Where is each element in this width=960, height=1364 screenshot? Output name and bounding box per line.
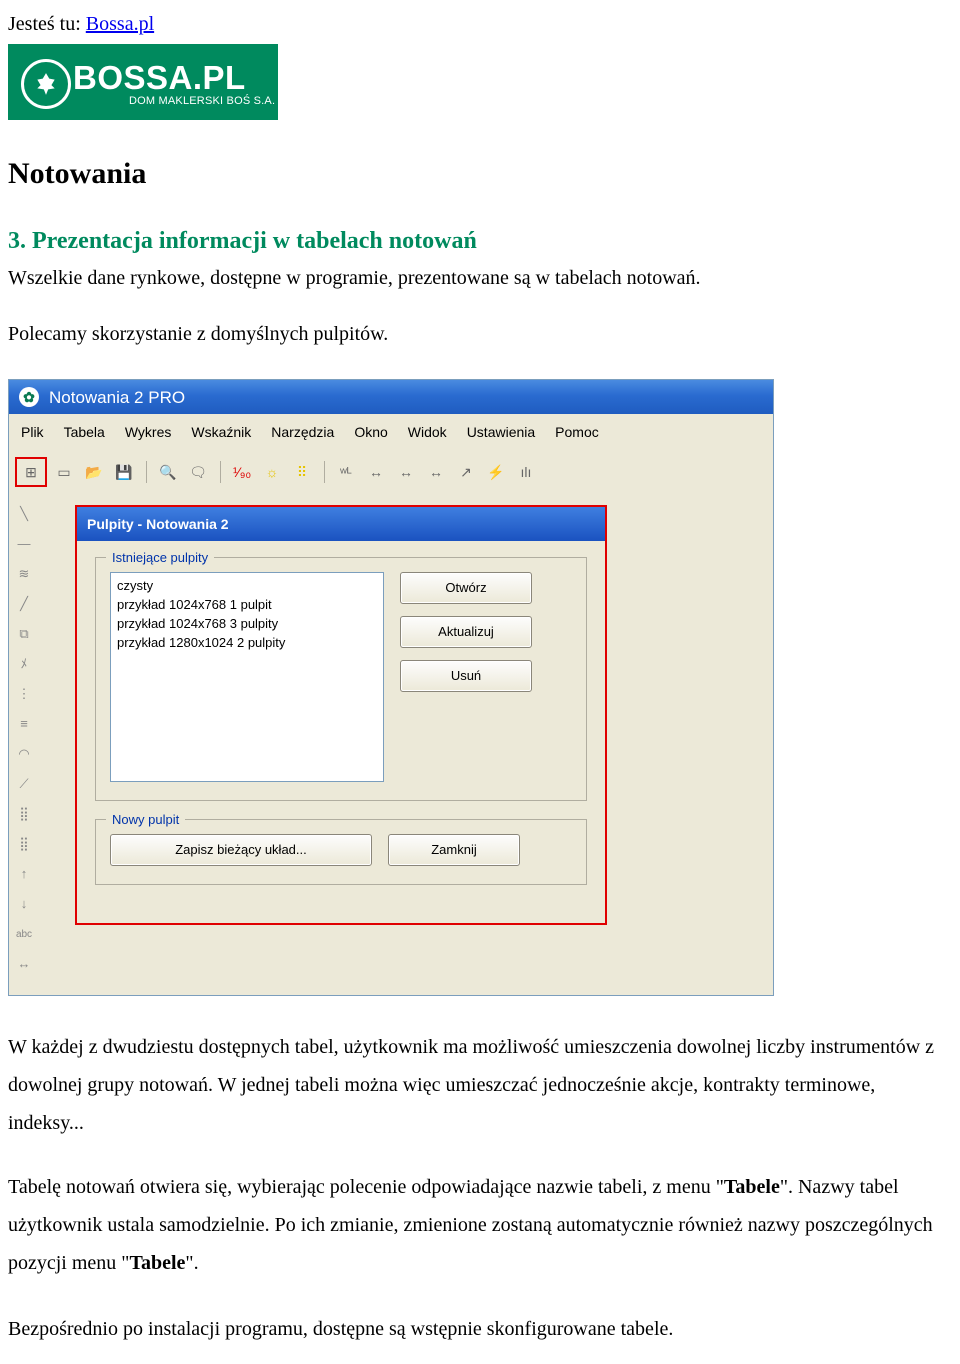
app-window: ✿ Notowania 2 PRO Plik Tabela Wykres Wsk…: [8, 379, 774, 995]
menu-plik[interactable]: Plik: [21, 421, 44, 443]
open-icon[interactable]: 📂: [81, 460, 107, 484]
rect-tool-icon[interactable]: ⧉: [13, 625, 35, 645]
body-paragraph-2: Tabelę notowań otwiera się, wybierając p…: [8, 1168, 952, 1282]
recommend-paragraph: Polecamy skorzystanie z domyślnych pulpi…: [8, 315, 952, 353]
group-existing-legend: Istniejące pulpity: [106, 548, 214, 569]
app-icon: ✿: [19, 387, 39, 407]
list-item[interactable]: czysty: [117, 577, 377, 596]
new-icon[interactable]: ▭: [51, 460, 77, 484]
slash-tool-icon[interactable]: ╱: [13, 595, 35, 615]
line-tool-icon[interactable]: ╲: [13, 505, 35, 525]
menu-ustawienia[interactable]: Ustawienia: [467, 421, 535, 443]
breadcrumb-link[interactable]: Bossa.pl: [86, 13, 154, 35]
dialog-title: Pulpity - Notowania 2: [77, 507, 605, 541]
move-tool-icon[interactable]: ↔: [13, 955, 35, 975]
wl-icon[interactable]: ʷᴸ: [333, 460, 359, 484]
group-new-legend: Nowy pulpit: [106, 810, 185, 831]
menu-pomoc[interactable]: Pomoc: [555, 421, 599, 443]
trend-icon[interactable]: ↗: [453, 460, 479, 484]
arrows1-icon[interactable]: ↔: [363, 460, 389, 484]
list-item[interactable]: przykład 1024x768 1 pulpit: [117, 596, 377, 615]
save-layout-button[interactable]: Zapisz bieżący układ...: [110, 834, 372, 866]
hline-tool-icon[interactable]: —: [13, 535, 35, 555]
bars-icon[interactable]: ılı: [513, 460, 539, 484]
arc-tool-icon[interactable]: ◠: [13, 745, 35, 765]
app-title: Notowania 2 PRO: [49, 384, 185, 411]
up-arrow-icon[interactable]: ↑: [13, 865, 35, 885]
delete-button[interactable]: Usuń: [400, 660, 532, 692]
separator-icon: [141, 460, 151, 484]
group-existing: Istniejące pulpity czysty przykład 1024x…: [95, 557, 587, 801]
body-paragraph-1: W każdej z dwudziestu dostępnych tabel, …: [8, 1028, 952, 1142]
menu-tabela[interactable]: Tabela: [64, 421, 105, 443]
breadcrumb: Jesteś tu: Bossa.pl: [8, 8, 952, 40]
menu-okno[interactable]: Okno: [354, 421, 387, 443]
fib-tool-icon[interactable]: ⟋: [13, 775, 35, 795]
list-item[interactable]: przykład 1280x1024 2 pulpity: [117, 634, 377, 653]
group-new: Nowy pulpit Zapisz bieżący układ... Zamk…: [95, 819, 587, 885]
menu-narzedzia[interactable]: Narzędzia: [271, 421, 334, 443]
menu-wskaznik[interactable]: Wskaźnik: [191, 421, 251, 443]
text-fragment: ".: [185, 1252, 198, 1274]
wave-tool-icon[interactable]: ≋: [13, 565, 35, 585]
down-arrow-icon[interactable]: ↓: [13, 895, 35, 915]
bold-tabele: Tabele: [129, 1252, 185, 1274]
logo-subtext: DOM MAKLERSKI BOŚ S.A.: [129, 93, 275, 111]
intro-paragraph: Wszelkie dane rynkowe, dostępne w progra…: [8, 264, 952, 293]
sun-icon[interactable]: ☼: [259, 460, 285, 484]
breadcrumb-label: Jesteś tu:: [8, 13, 86, 35]
dialog-pulpity: Pulpity - Notowania 2 Istniejące pulpity…: [75, 505, 607, 925]
toolbar-pulpity-highlight: ⊞: [15, 457, 47, 487]
grid-icon[interactable]: ⊞: [18, 460, 44, 484]
lines-tool-icon[interactable]: ≡: [13, 715, 35, 735]
dots-tool-icon[interactable]: ⋮: [13, 685, 35, 705]
app-menubar: Plik Tabela Wykres Wskaźnik Narzędzia Ok…: [9, 414, 773, 452]
menu-widok[interactable]: Widok: [408, 421, 447, 443]
bold-tabele: Tabele: [724, 1176, 780, 1198]
text-fragment: Tabelę notowań otwiera się, wybierając p…: [8, 1176, 724, 1198]
grid2-icon[interactable]: ⠿: [289, 460, 315, 484]
open-button[interactable]: Otwórz: [400, 572, 532, 604]
app-toolbar-left: ╲ — ≋ ╱ ⧉ ﾒ ⋮ ≡ ◠ ⟋ ⣿ ⣿ ↑ ↓ abc ↔: [9, 495, 39, 981]
menu-wykres[interactable]: Wykres: [125, 421, 172, 443]
candle-icon[interactable]: ⚡: [483, 460, 509, 484]
cross-tool-icon[interactable]: ﾒ: [13, 655, 35, 675]
text-tool-icon[interactable]: abc: [13, 925, 35, 945]
body-paragraph-3: Bezpośrednio po instalacji programu, dos…: [8, 1310, 952, 1348]
list-item[interactable]: przykład 1024x768 3 pulpity: [117, 615, 377, 634]
page-title: Notowania: [8, 150, 952, 198]
app-toolbar-top: ⊞ ▭ 📂 💾 🔍 🗨 ¹⁄₉₀ ☼ ⠿ ʷᴸ ↔ ↔ ↔ ↗ ⚡ ılı: [9, 453, 773, 495]
section-heading: 3. Prezentacja informacji w tabelach not…: [8, 222, 952, 260]
speech-icon[interactable]: 🗨: [185, 460, 211, 484]
tick-icon[interactable]: ¹⁄₉₀: [229, 460, 255, 484]
separator-icon: [215, 460, 225, 484]
block1-tool-icon[interactable]: ⣿: [13, 805, 35, 825]
app-titlebar: ✿ Notowania 2 PRO: [9, 380, 773, 414]
separator-icon: [319, 460, 329, 484]
block2-tool-icon[interactable]: ⣿: [13, 835, 35, 855]
logo: BOSSA.PL DOM MAKLERSKI BOŚ S.A.: [8, 44, 278, 120]
pulpity-listbox[interactable]: czysty przykład 1024x768 1 pulpit przykł…: [110, 572, 384, 782]
zoom-icon[interactable]: 🔍: [155, 460, 181, 484]
arrows2-icon[interactable]: ↔: [393, 460, 419, 484]
logo-leaf-icon: [21, 59, 71, 109]
arrows3-icon[interactable]: ↔: [423, 460, 449, 484]
save-icon[interactable]: 💾: [111, 460, 137, 484]
close-button[interactable]: Zamknij: [388, 834, 520, 866]
update-button[interactable]: Aktualizuj: [400, 616, 532, 648]
